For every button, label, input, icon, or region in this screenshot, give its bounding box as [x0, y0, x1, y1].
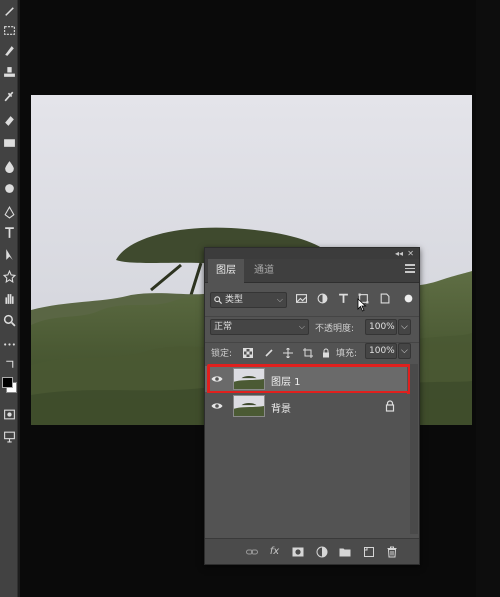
dodge-icon[interactable] [1, 180, 17, 196]
workspace-edge [476, 0, 500, 597]
stamp-icon[interactable] [1, 64, 17, 80]
fill-label: 填充: [336, 349, 358, 359]
layers-bottom-bar: fx [205, 538, 419, 564]
swap-colors-icon[interactable] [1, 356, 17, 372]
delete-layer-icon[interactable] [385, 545, 398, 558]
adjustment-layer-icon[interactable] [315, 545, 328, 558]
eraser-icon[interactable] [1, 112, 17, 128]
foreground-color-swatch[interactable] [2, 377, 13, 388]
brush-icon[interactable] [1, 2, 17, 18]
fill-field[interactable]: 100% [365, 343, 397, 359]
marquee-icon[interactable] [1, 22, 17, 38]
history-brush-icon[interactable] [1, 88, 17, 104]
search-icon [214, 296, 222, 304]
lock-all-icon[interactable] [320, 347, 331, 358]
opacity-label: 不透明度: [315, 324, 355, 334]
chevron-down-icon: ⌵ [401, 346, 408, 356]
quick-mask-icon[interactable] [1, 406, 17, 422]
close-panel-icon[interactable]: ✕ [407, 248, 414, 259]
blend-mode-value: 正常 [214, 322, 233, 332]
group-folder-icon[interactable] [338, 545, 351, 558]
image-filter-icon[interactable] [295, 292, 307, 304]
toggle-filter-icon[interactable] [402, 292, 414, 304]
layer-list-scrollbar[interactable] [410, 364, 418, 534]
collapse-panel-icon[interactable]: ◂◂ [395, 248, 403, 259]
hand-icon[interactable] [1, 290, 17, 306]
screen-mode-icon[interactable] [1, 428, 17, 444]
type-filter-icon[interactable] [337, 292, 349, 304]
pen-tool-icon[interactable] [1, 42, 17, 58]
lock-position-icon[interactable] [282, 347, 293, 358]
chevron-down-icon: ⌵ [276, 295, 283, 304]
panel-title-bar[interactable]: ◂◂ ✕ [205, 248, 419, 259]
filter-kind-value: 类型 [225, 295, 244, 305]
fx-icon[interactable]: fx [268, 545, 281, 558]
type-tool-icon[interactable] [1, 224, 17, 240]
shape-icon[interactable] [1, 268, 17, 284]
opacity-field[interactable]: 100% [365, 319, 397, 335]
smart-object-filter-icon[interactable] [378, 292, 390, 304]
lock-artboard-icon[interactable] [302, 347, 313, 358]
lock-transparent-pixels-icon[interactable] [242, 347, 253, 358]
adjustment-filter-icon[interactable] [316, 292, 328, 304]
opacity-dropdown[interactable]: ⌵ [398, 319, 411, 335]
layer-row-background[interactable]: 背景 [205, 393, 407, 419]
selection-highlight-box [207, 364, 411, 394]
filter-kind-select[interactable]: 类型 ⌵ [210, 292, 287, 308]
blur-icon[interactable] [1, 158, 17, 174]
panel-tabs: 图层 通道 [205, 259, 419, 283]
layer-thumbnail [233, 395, 265, 417]
more-icon[interactable] [1, 336, 17, 352]
chevron-down-icon: ⌵ [298, 322, 305, 331]
toolbar-divider [18, 0, 20, 597]
chevron-down-icon: ⌵ [401, 322, 408, 332]
zoom-icon[interactable] [1, 312, 17, 328]
panel-menu-icon[interactable] [405, 264, 415, 274]
tab-layers[interactable]: 图层 [208, 259, 244, 283]
visibility-eye-icon[interactable] [211, 400, 223, 412]
lock-label: 锁定: [211, 349, 233, 359]
tools-panel [0, 0, 18, 597]
lock-icon [385, 400, 395, 412]
color-swatches[interactable] [1, 374, 17, 396]
new-layer-icon[interactable] [362, 545, 375, 558]
fill-dropdown[interactable]: ⌵ [398, 343, 411, 359]
layers-panel: ◂◂ ✕ 图层 通道 类型 ⌵ 正常 ⌵ 不透明度: 100% ⌵ 锁定: 填充… [204, 247, 420, 565]
blend-row: 正常 ⌵ 不透明度: 100% ⌵ [205, 316, 419, 336]
pen-icon[interactable] [1, 204, 17, 220]
layer-name: 背景 [271, 404, 291, 415]
path-select-icon[interactable] [1, 246, 17, 262]
gradient-icon[interactable] [1, 134, 17, 150]
layer-mask-icon[interactable] [291, 545, 304, 558]
tab-channels[interactable]: 通道 [246, 259, 282, 283]
lock-image-pixels-icon[interactable] [263, 347, 274, 358]
mouse-cursor-icon [357, 297, 367, 312]
blend-mode-select[interactable]: 正常 ⌵ [210, 319, 309, 335]
link-layers-icon[interactable] [245, 545, 258, 558]
